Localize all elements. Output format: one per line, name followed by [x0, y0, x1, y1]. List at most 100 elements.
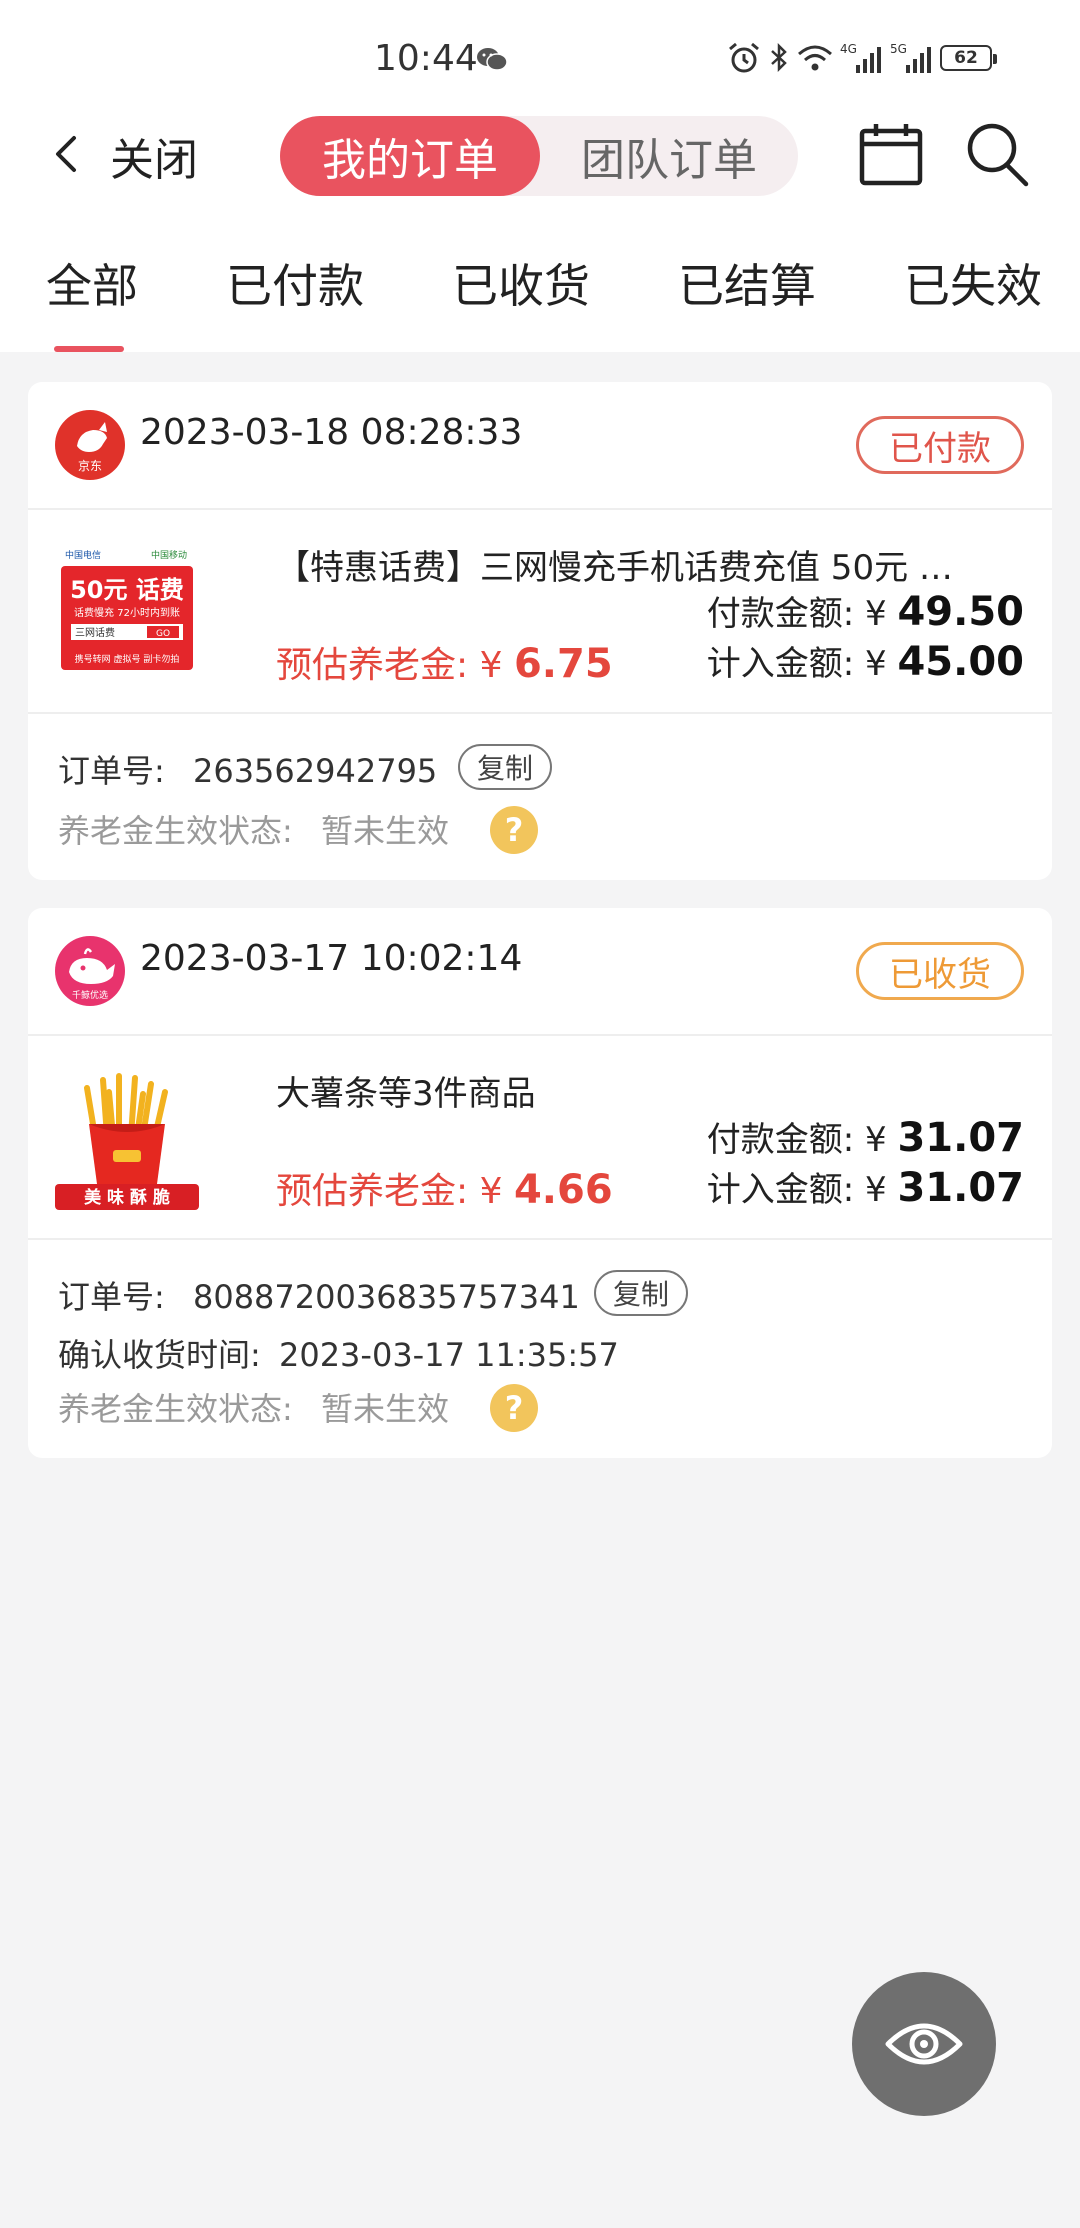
confirm-time-row: 确认收货时间: 2023-03-17 11:35:57 [58, 1330, 619, 1376]
question-icon[interactable]: ? [490, 806, 538, 854]
order-scope-toggle: 我的订单 团队订单 [280, 116, 798, 196]
pension-estimate: 预估养老金: ¥ 6.75 [276, 636, 613, 688]
thumb-face-text: 50元 话费 [70, 576, 184, 604]
paid-amount: 付款金额: ¥ 49.50 [707, 586, 1024, 635]
confirm-time-value: 2023-03-17 11:35:57 [278, 1336, 619, 1374]
battery-icon: 62 [940, 45, 997, 71]
pension-status-row: 养老金生效状态: 暂未生效 [58, 1384, 449, 1430]
tab-settled[interactable]: 已结算 [678, 250, 816, 316]
calendar-icon[interactable] [858, 122, 924, 188]
product-title[interactable]: 大薯条等3件商品 [276, 1066, 986, 1115]
signal-5g-icon: 5G [890, 42, 931, 73]
counted-amount-value: 45.00 [897, 639, 1024, 685]
pension-status-value: 暂未生效 [320, 1390, 449, 1428]
pension-status-label: 养老金生效状态: [58, 812, 293, 850]
counted-amount: 计入金额: ¥ 31.07 [707, 1162, 1024, 1211]
paid-amount-label: 付款金额: [706, 1120, 855, 1160]
svg-text:中国电信: 中国电信 [65, 549, 101, 561]
net1-label: 4G [840, 42, 857, 56]
shop-logo-text: 京东 [78, 459, 102, 473]
pension-status-label: 养老金生效状态: [58, 1390, 293, 1428]
order-time: 2023-03-18 08:28:33 [140, 412, 523, 453]
thumb-foot-text: 携号转网 虚拟号 副卡勿拍 [75, 653, 180, 665]
tab-received[interactable]: 已收货 [452, 250, 590, 316]
question-icon[interactable]: ? [490, 1384, 538, 1432]
counted-amount-label: 计入金额: [706, 1170, 855, 1210]
paid-amount-label: 付款金额: [706, 594, 855, 634]
product-title[interactable]: 【特惠话费】三网慢充手机话费充值 50元 话费慢充 [276, 540, 986, 589]
product-thumbnail[interactable]: 美 味 酥 脆 [55, 1066, 199, 1210]
tab-my-orders[interactable]: 我的订单 [280, 116, 540, 196]
currency-symbol: ¥ [479, 645, 503, 686]
thumb-field-text: 三网话费 [75, 626, 115, 639]
alarm-icon [729, 42, 759, 73]
order-number-value: 263562942795 [192, 752, 438, 790]
status-time: 10:44 [374, 38, 478, 79]
order-number-label: 订单号: [58, 752, 165, 790]
order-time: 2023-03-17 10:02:14 [140, 938, 523, 979]
divider [28, 712, 1052, 714]
counted-amount-label: 计入金额: [706, 644, 855, 684]
tab-team-orders[interactable]: 团队订单 [540, 116, 798, 196]
pension-status-row: 养老金生效状态: 暂未生效 [58, 806, 449, 852]
counted-amount-value: 31.07 [897, 1165, 1024, 1211]
tab-active-indicator [54, 346, 124, 352]
pension-value: 6.75 [513, 641, 613, 687]
net2-label: 5G [890, 42, 907, 56]
order-number-label: 订单号: [58, 1278, 165, 1316]
paid-amount: 付款金额: ¥ 31.07 [707, 1112, 1024, 1161]
phone-credit-image: 中国电信 中国移动 50元 话费 话费慢充 72小时内到账 三网话费 GO 携号… [55, 540, 199, 684]
currency-symbol: ¥ [865, 644, 887, 684]
eye-icon [885, 2023, 963, 2065]
paid-amount-value: 49.50 [897, 589, 1024, 635]
close-button[interactable]: 关闭 [110, 124, 198, 188]
product-thumbnail[interactable]: 中国电信 中国移动 50元 话费 话费慢充 72小时内到账 三网话费 GO 携号… [55, 540, 199, 684]
currency-symbol: ¥ [865, 1120, 887, 1160]
shop-logo-text: 千鲸优选 [72, 989, 108, 1001]
shop-logo-whale: 千鲸优选 [55, 936, 125, 1006]
currency-symbol: ¥ [865, 1170, 887, 1210]
thumb-caption-text: 美 味 酥 脆 [84, 1187, 170, 1208]
currency-symbol: ¥ [479, 1171, 503, 1212]
battery-level: 62 [954, 48, 978, 68]
thumb-go-text: GO [156, 629, 170, 639]
back-chevron-icon[interactable] [50, 132, 82, 176]
order-number-row: 订单号: 263562942795 [58, 746, 437, 792]
wechat-icon [477, 48, 508, 71]
jd-dog-icon: 京东 [77, 422, 107, 473]
counted-amount: 计入金额: ¥ 45.00 [707, 636, 1024, 685]
pension-value: 4.66 [513, 1167, 613, 1213]
pension-label: 预估养老金: [276, 1171, 469, 1212]
status-badge: 已付款 [856, 416, 1024, 474]
pension-status-value: 暂未生效 [320, 812, 449, 850]
thumb-sub-text: 话费慢充 72小时内到账 [74, 606, 180, 619]
order-number-row: 订单号: 8088720036835757341 [58, 1272, 580, 1318]
divider [28, 508, 1052, 510]
wifi-icon [798, 45, 832, 71]
tab-all[interactable]: 全部 [46, 250, 138, 316]
pension-label: 预估养老金: [276, 645, 469, 686]
currency-symbol: ¥ [865, 594, 887, 634]
tab-expired[interactable]: 已失效 [904, 250, 1042, 316]
divider [28, 1034, 1052, 1036]
pension-estimate: 预估养老金: ¥ 4.66 [276, 1162, 613, 1214]
confirm-time-label: 确认收货时间: [58, 1336, 261, 1374]
fries-image: 美 味 酥 脆 [55, 1066, 199, 1210]
bluetooth-icon [771, 42, 787, 73]
shop-logo-jd: 京东 [55, 410, 125, 480]
order-number-value: 8088720036835757341 [192, 1278, 580, 1316]
whale-icon: 千鲸优选 [69, 948, 115, 1001]
signal-4g-icon: 4G [840, 42, 881, 73]
order-card[interactable]: 千鲸优选 2023-03-17 10:02:14 已收货 美 味 酥 脆 大薯条… [28, 908, 1052, 1458]
paid-amount-value: 31.07 [897, 1115, 1024, 1161]
privacy-toggle-button[interactable] [852, 1972, 996, 2116]
status-icons: 4G 5G 62 [726, 40, 997, 76]
copy-button[interactable]: 复制 [458, 744, 552, 790]
order-card[interactable]: 京东 2023-03-18 08:28:33 已付款 中国电信 中国移动 50元… [28, 382, 1052, 880]
tab-paid[interactable]: 已付款 [226, 250, 364, 316]
divider [28, 1238, 1052, 1240]
status-badge: 已收货 [856, 942, 1024, 1000]
copy-button[interactable]: 复制 [594, 1270, 688, 1316]
svg-text:中国移动: 中国移动 [151, 549, 187, 561]
search-icon[interactable] [964, 120, 1030, 190]
